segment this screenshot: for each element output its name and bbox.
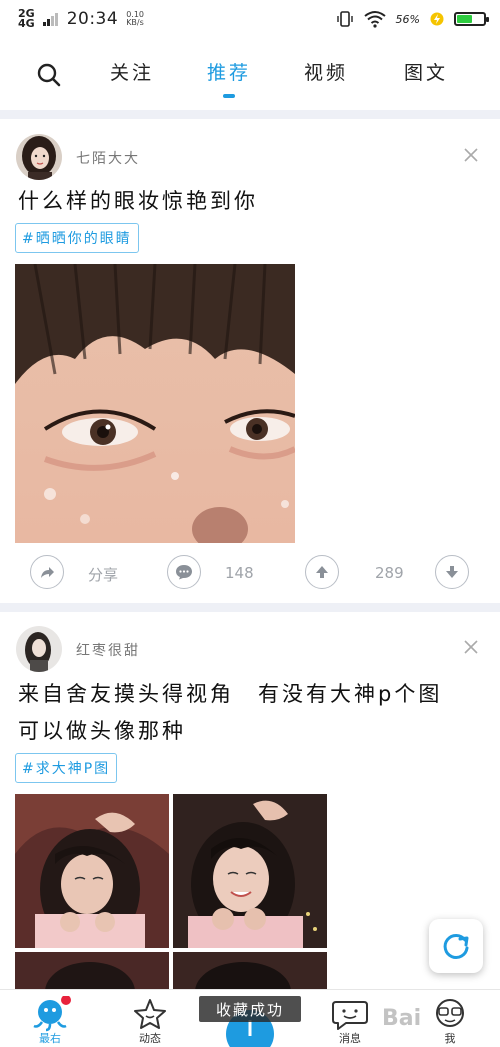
tab-label: 动态: [139, 1032, 161, 1045]
avatar[interactable]: [16, 134, 62, 180]
star-icon: [134, 999, 166, 1029]
tab-recommended[interactable]: 推荐: [207, 58, 251, 85]
share-icon: [41, 567, 54, 578]
battery-icon: [454, 12, 489, 26]
post-card[interactable]: 七陌大大 什么样的眼妆惊艳到你 #晒晒你的眼睛 分享 148 289: [0, 119, 500, 605]
post-title-line-2[interactable]: 可以做头像那种: [18, 713, 186, 749]
author-name[interactable]: 红枣很甜: [76, 640, 140, 660]
tab-label: 最右: [39, 1032, 61, 1045]
mascot-icon: [33, 995, 71, 1032]
post-image-4[interactable]: [173, 952, 327, 989]
charging-icon: [430, 12, 444, 26]
toast-message: 收藏成功: [199, 996, 301, 1022]
tab-image-text[interactable]: 图文: [404, 58, 448, 85]
action-bar: 分享 148 289: [0, 555, 500, 599]
active-tab-indicator: [223, 94, 235, 98]
network-indicator: 2G 4G: [18, 8, 35, 30]
tab-moments[interactable]: 动态: [120, 996, 180, 1047]
share-button[interactable]: [30, 555, 64, 589]
vibrate-icon: [336, 11, 353, 27]
refresh-icon: [443, 933, 469, 959]
share-label[interactable]: 分享: [88, 564, 118, 585]
upvote-count: 289: [375, 564, 404, 582]
tab-home[interactable]: 最右: [20, 995, 80, 1047]
comment-button[interactable]: [167, 555, 201, 589]
profile-icon: [436, 999, 464, 1027]
tab-me[interactable]: 我: [420, 996, 480, 1047]
comment-count: 148: [225, 564, 254, 582]
wifi-icon: [363, 11, 386, 28]
post-title[interactable]: 什么样的眼妆惊艳到你: [18, 183, 258, 219]
net-speed: 0.10 KB/s: [126, 11, 144, 27]
clock: 20:34: [66, 9, 119, 29]
tab-video[interactable]: 视频: [304, 58, 348, 85]
watermark: Bai: [382, 1006, 422, 1031]
search-icon[interactable]: [36, 62, 62, 88]
arrow-up-icon: [316, 566, 328, 578]
comment-icon: [176, 565, 192, 580]
section-divider: [0, 603, 500, 612]
tab-follow[interactable]: 关注: [110, 58, 154, 85]
battery-percent: 56%: [395, 12, 420, 26]
post-image-3[interactable]: [15, 952, 169, 989]
close-icon[interactable]: [462, 146, 480, 164]
post-image[interactable]: [15, 264, 295, 543]
post-title-line-1[interactable]: 来自舍友摸头得视角 有没有大神p个图: [18, 676, 442, 712]
arrow-down-icon: [446, 566, 458, 578]
topic-tag[interactable]: #晒晒你的眼睛: [15, 223, 139, 253]
avatar[interactable]: [16, 626, 62, 672]
message-icon: [332, 1001, 368, 1030]
upvote-button[interactable]: [305, 555, 339, 589]
author-name[interactable]: 七陌大大: [76, 148, 140, 168]
post-image-2[interactable]: [173, 794, 327, 948]
section-divider: [0, 110, 500, 119]
close-icon[interactable]: [462, 638, 480, 656]
post-image-1[interactable]: [15, 794, 169, 948]
network-type-2: 4G: [18, 17, 35, 30]
downvote-button[interactable]: [435, 555, 469, 589]
topic-tag[interactable]: #求大神P图: [15, 753, 118, 783]
top-nav: 关注 推荐 视频 图文: [0, 44, 500, 106]
signal-icon: [42, 13, 58, 26]
net-speed-unit: KB/s: [126, 18, 144, 27]
refresh-button[interactable]: [429, 919, 483, 973]
tab-label: 消息: [339, 1032, 361, 1045]
tab-label: 我: [444, 1032, 456, 1045]
tab-messages[interactable]: 消息: [320, 996, 380, 1047]
post-card[interactable]: 红枣很甜 来自舍友摸头得视角 有没有大神p个图 可以做头像那种 #求大神P图: [0, 612, 500, 989]
status-bar: 2G 4G 20:34 0.10 KB/s 56%: [0, 0, 500, 38]
